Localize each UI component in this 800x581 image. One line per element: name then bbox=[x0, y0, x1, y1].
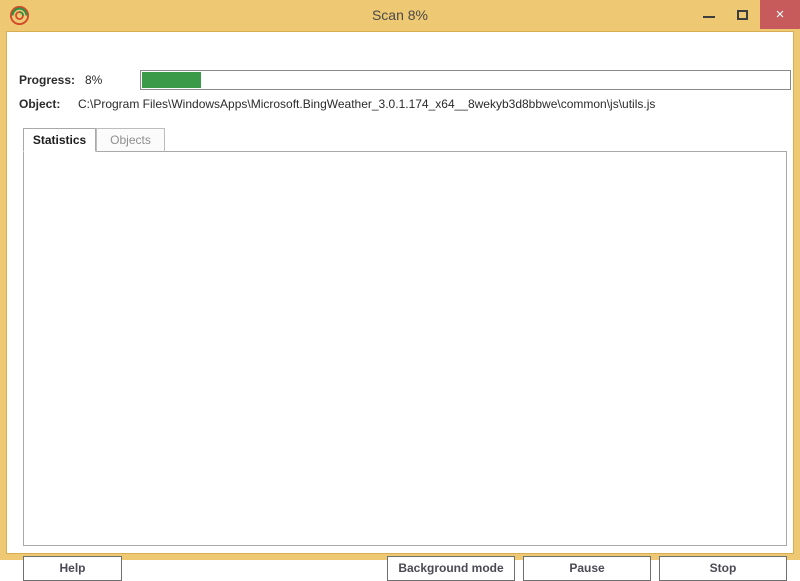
maximize-button[interactable] bbox=[726, 0, 760, 29]
title-bar[interactable]: Scan 8% × bbox=[0, 0, 800, 31]
client-area: Progress: 8% Object: C:\Program Files\Wi… bbox=[7, 32, 793, 581]
progress-percent: 8% bbox=[85, 73, 103, 87]
minimize-button[interactable] bbox=[692, 0, 726, 29]
minimize-icon bbox=[703, 16, 715, 18]
close-icon: × bbox=[775, 6, 785, 23]
tab-strip: Statistics Objects bbox=[23, 128, 787, 152]
object-path: C:\Program Files\WindowsApps\Microsoft.B… bbox=[78, 97, 656, 111]
statistics-panel bbox=[23, 151, 787, 546]
object-label: Object: bbox=[19, 97, 61, 111]
close-button[interactable]: × bbox=[760, 0, 800, 29]
scan-window: Scan 8% × Progress: 8% Object: C:\Progra… bbox=[0, 0, 800, 581]
tab-objects[interactable]: Objects bbox=[96, 128, 165, 152]
progress-bar-fill bbox=[142, 72, 201, 88]
tab-statistics[interactable]: Statistics bbox=[23, 128, 96, 152]
window-title: Scan 8% bbox=[371, 7, 429, 23]
maximize-icon bbox=[737, 10, 748, 20]
progress-label: Progress: bbox=[19, 73, 76, 87]
progress-bar bbox=[140, 70, 791, 90]
